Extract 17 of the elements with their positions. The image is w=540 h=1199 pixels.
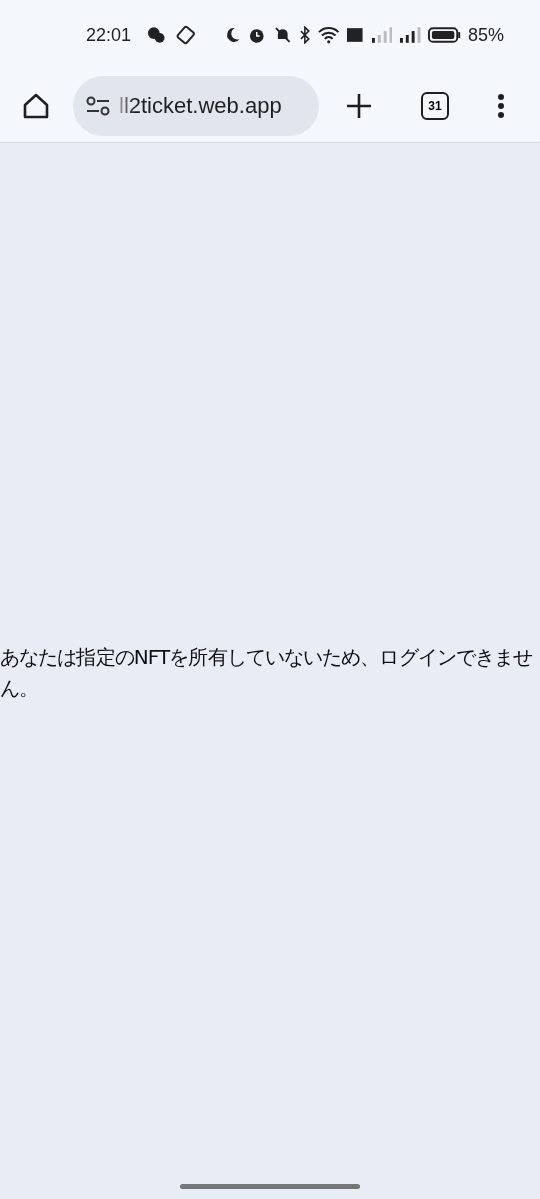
signal-icon bbox=[399, 26, 421, 44]
battery-percent: 85% bbox=[467, 24, 504, 46]
signal-icon bbox=[370, 26, 393, 44]
home-handle[interactable] bbox=[180, 1183, 360, 1189]
url-text: ll2ticket.web.app bbox=[119, 93, 282, 119]
home-icon[interactable] bbox=[21, 91, 51, 121]
battery-icon bbox=[427, 26, 461, 44]
bluetooth-icon bbox=[299, 26, 311, 44]
tab-count-button[interactable]: 31 bbox=[421, 92, 449, 120]
wifi-icon bbox=[317, 26, 340, 44]
alarm-icon bbox=[248, 26, 266, 44]
more-icon[interactable] bbox=[497, 93, 505, 119]
clock-time: 22:01 bbox=[86, 24, 132, 46]
message-text: あなたは指定のNFTを所有していないため、ログインできません。 bbox=[0, 644, 534, 702]
address-bar[interactable]: ll2ticket.web.app bbox=[73, 76, 319, 136]
site-settings-icon[interactable] bbox=[85, 95, 111, 117]
plus-icon[interactable] bbox=[345, 92, 373, 120]
